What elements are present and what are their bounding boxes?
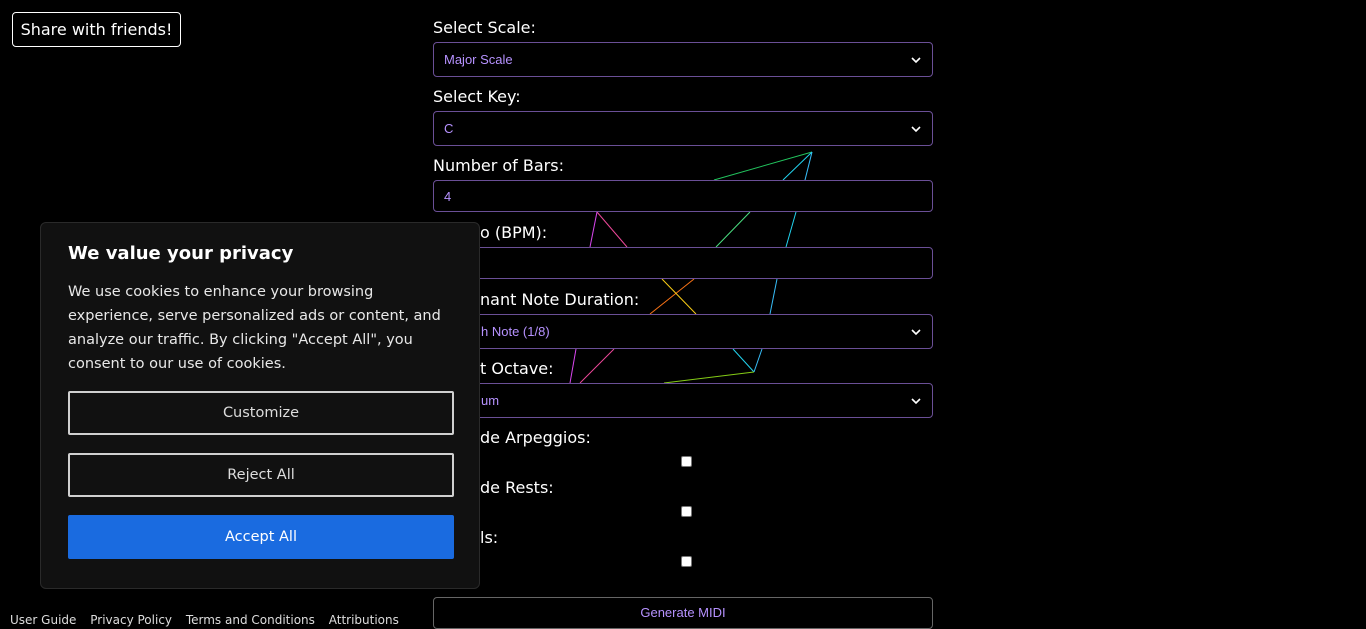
tempo-input[interactable] <box>433 247 933 279</box>
chevron-down-icon <box>911 328 921 335</box>
key-select[interactable]: C <box>433 111 933 146</box>
octave-select[interactable]: um <box>433 383 933 418</box>
third-option-checkbox[interactable] <box>681 556 692 567</box>
customize-button[interactable]: Customize <box>68 391 454 435</box>
chevron-down-icon <box>911 397 921 404</box>
chevron-down-icon <box>911 56 921 63</box>
scale-label: Select Scale: <box>433 18 536 37</box>
tempo-label: o (BPM): <box>480 223 548 242</box>
chevron-down-icon <box>911 125 921 132</box>
scale-select-value: Major Scale <box>444 52 513 67</box>
arpeggios-label: de Arpeggios: <box>480 428 591 447</box>
bars-label: Number of Bars: <box>433 156 564 175</box>
rests-label: de Rests: <box>480 478 554 497</box>
footer-link-terms[interactable]: Terms and Conditions <box>186 613 315 627</box>
third-option-label: ls: <box>480 528 499 547</box>
generate-midi-button[interactable]: Generate MIDI <box>433 597 933 629</box>
bars-input-value: 4 <box>444 188 452 204</box>
arpeggios-checkbox[interactable] <box>681 456 692 467</box>
share-with-friends-button[interactable]: Share with friends! <box>12 12 181 47</box>
octave-label: t Octave: <box>480 359 554 378</box>
rests-checkbox[interactable] <box>681 506 692 517</box>
cookie-consent-dialog: We value your privacy We use cookies to … <box>40 222 480 589</box>
footer-link-attributions[interactable]: Attributions <box>329 613 399 627</box>
footer-links: User Guide Privacy Policy Terms and Cond… <box>10 613 409 627</box>
footer-link-user-guide[interactable]: User Guide <box>10 613 76 627</box>
reject-all-button[interactable]: Reject All <box>68 453 454 497</box>
footer-link-privacy-policy[interactable]: Privacy Policy <box>90 613 172 627</box>
key-label: Select Key: <box>433 87 521 106</box>
bars-input[interactable]: 4 <box>433 180 933 212</box>
key-select-value: C <box>444 121 454 136</box>
scale-select[interactable]: Major Scale <box>433 42 933 77</box>
duration-select[interactable]: h Note (1/8) <box>433 314 933 349</box>
cookie-body: We use cookies to enhance your browsing … <box>68 284 441 372</box>
accept-all-button[interactable]: Accept All <box>68 515 454 559</box>
cookie-title: We value your privacy <box>68 243 294 264</box>
duration-label: nant Note Duration: <box>480 290 640 309</box>
